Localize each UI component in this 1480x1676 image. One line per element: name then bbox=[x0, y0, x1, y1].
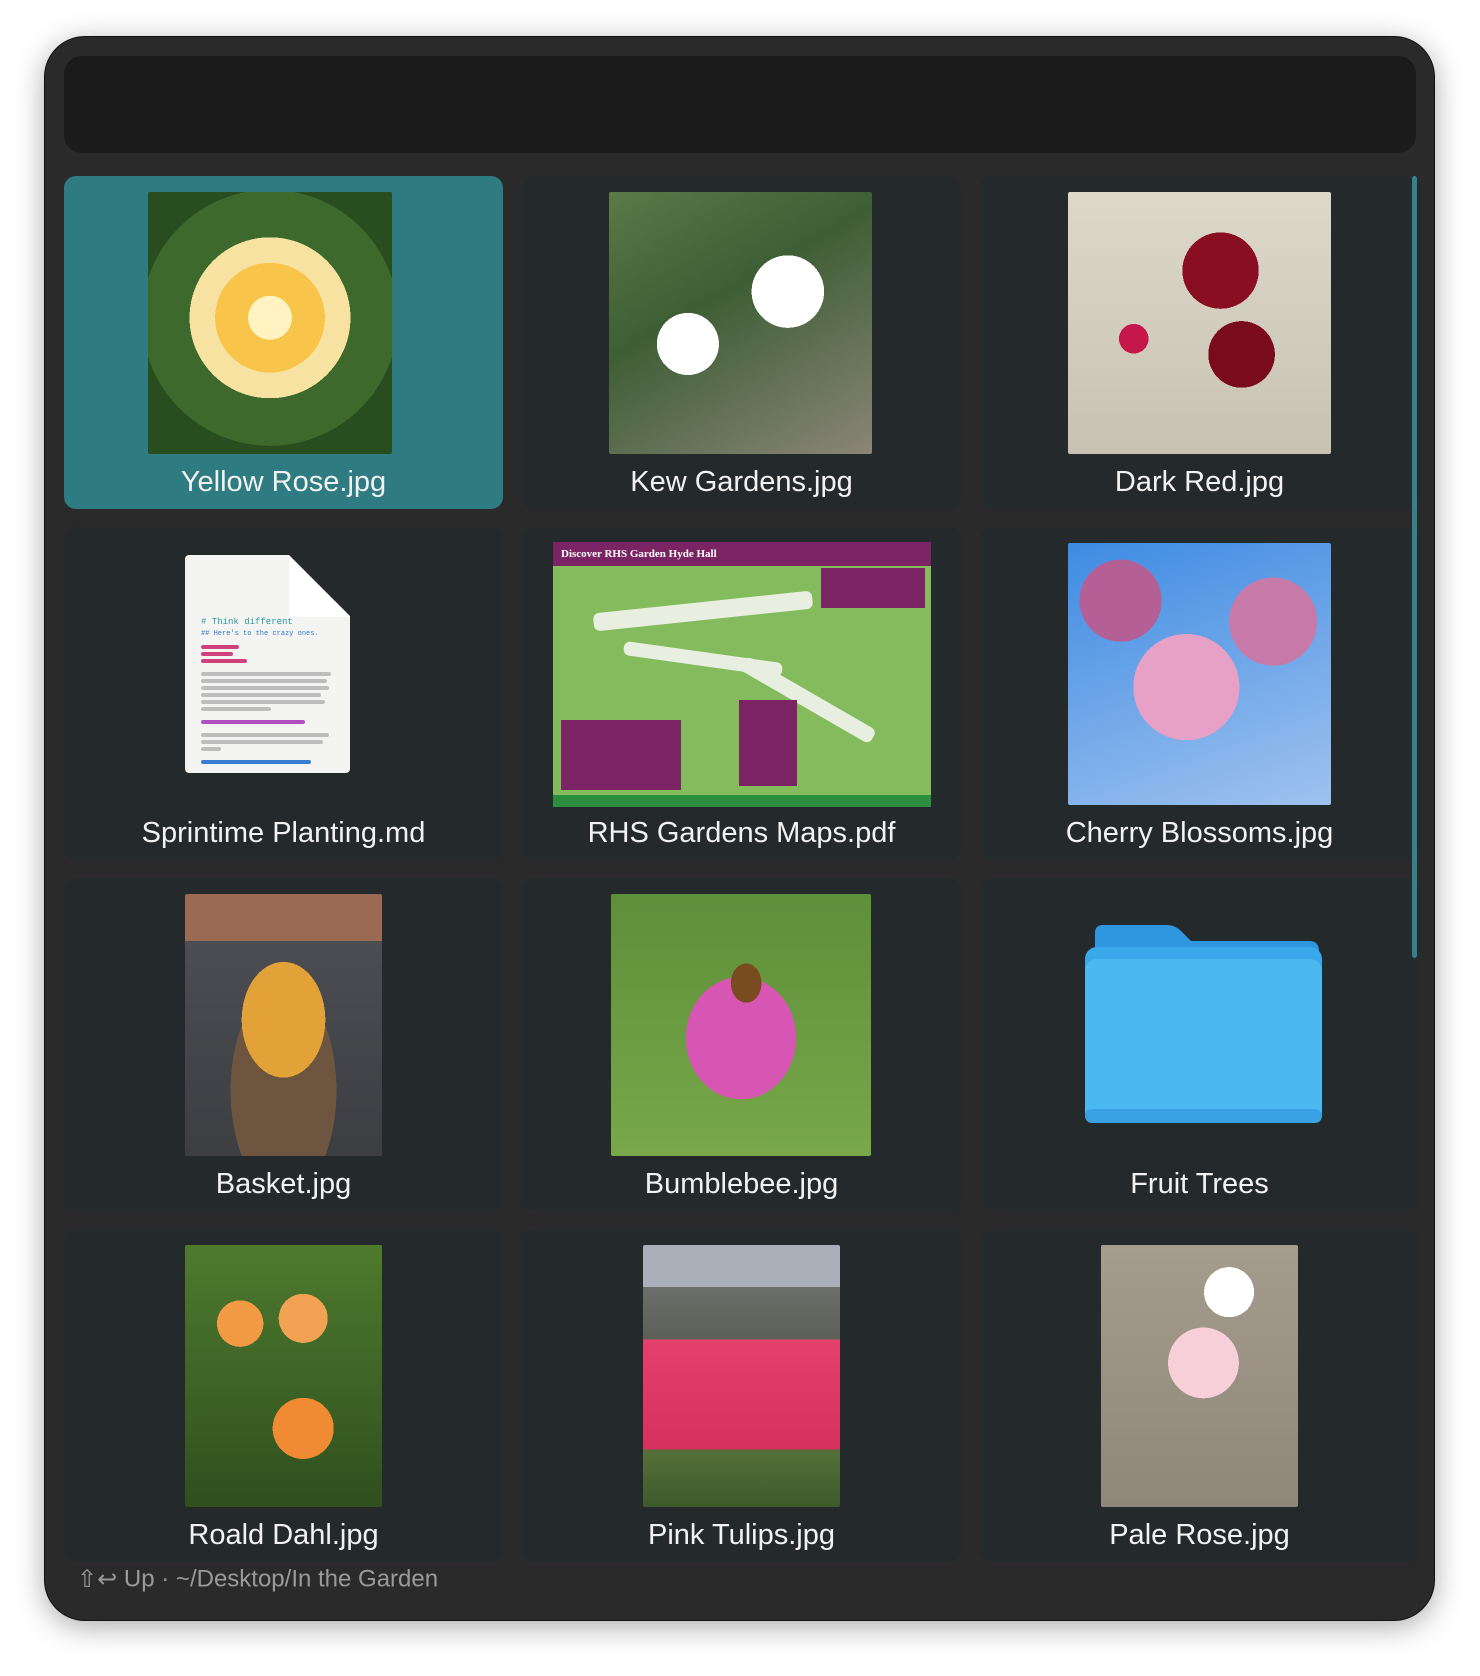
item-label: Yellow Rose.jpg bbox=[180, 466, 387, 498]
search-input[interactable] bbox=[88, 56, 1392, 155]
thumbnail-image bbox=[1068, 543, 1331, 805]
grid-item-fruit-trees[interactable]: Fruit Trees bbox=[980, 878, 1419, 1211]
folder-icon bbox=[1085, 925, 1322, 1123]
thumbnail-image bbox=[611, 894, 871, 1156]
doc-preview-heading: # Think different bbox=[201, 617, 293, 627]
thumbnail-image bbox=[1068, 192, 1331, 454]
grid-item-pink-tulips[interactable]: Pink Tulips.jpg bbox=[522, 1229, 961, 1562]
item-label: Dark Red.jpg bbox=[1114, 466, 1285, 498]
thumbnail-image bbox=[185, 1245, 382, 1507]
item-label: Roald Dahl.jpg bbox=[188, 1519, 379, 1551]
doc-preview-subheading: ## Here's to the crazy ones. bbox=[201, 630, 319, 638]
separator: · bbox=[161, 1565, 170, 1593]
thumbnail-image bbox=[1101, 1245, 1298, 1507]
thumbnail-image bbox=[148, 192, 392, 454]
item-label: Sprintime Planting.md bbox=[141, 817, 426, 849]
pdf-preview-title: Discover RHS Garden Hyde Hall bbox=[553, 542, 931, 566]
grid-item-roald-dahl[interactable]: Roald Dahl.jpg bbox=[64, 1229, 503, 1562]
grid-item-kew-gardens[interactable]: Kew Gardens.jpg bbox=[522, 176, 961, 509]
grid-item-cherry-blossoms[interactable]: Cherry Blossoms.jpg bbox=[980, 527, 1419, 860]
search-bar[interactable] bbox=[64, 56, 1416, 155]
grid-item-pale-rose[interactable]: Pale Rose.jpg bbox=[980, 1229, 1419, 1562]
markdown-document-icon: # Think different ## Here's to the crazy… bbox=[185, 555, 350, 773]
grid-item-yellow-rose[interactable]: Yellow Rose.jpg bbox=[64, 176, 503, 509]
file-browser-window: Yellow Rose.jpg Kew Gardens.jpg Dark Red… bbox=[45, 37, 1434, 1620]
item-label: Fruit Trees bbox=[1130, 1168, 1269, 1200]
grid-item-sprintime-planting[interactable]: # Think different ## Here's to the crazy… bbox=[64, 527, 503, 860]
thumbnail-image bbox=[185, 894, 382, 1156]
scrollbar[interactable] bbox=[1412, 176, 1417, 958]
current-path: ~/Desktop/In the Garden bbox=[175, 1565, 439, 1593]
thumbnail-image bbox=[609, 192, 872, 454]
item-label: Cherry Blossoms.jpg bbox=[1065, 817, 1334, 849]
grid-item-bumblebee[interactable]: Bumblebee.jpg bbox=[522, 878, 961, 1211]
footer-status: ⇧↩ Up · ~/Desktop/In the Garden bbox=[77, 1565, 438, 1594]
item-label: Bumblebee.jpg bbox=[644, 1168, 839, 1200]
grid-item-dark-red[interactable]: Dark Red.jpg bbox=[980, 176, 1419, 509]
up-action-label[interactable]: Up bbox=[124, 1566, 155, 1593]
item-label: Kew Gardens.jpg bbox=[630, 466, 853, 498]
grid-item-basket[interactable]: Basket.jpg bbox=[64, 878, 503, 1211]
item-label: RHS Gardens Maps.pdf bbox=[587, 817, 896, 849]
item-label: Pale Rose.jpg bbox=[1109, 1519, 1290, 1551]
item-label: Basket.jpg bbox=[215, 1168, 352, 1200]
thumbnail-image bbox=[643, 1245, 840, 1507]
return-shift-icon: ⇧↩ bbox=[77, 1566, 118, 1594]
pdf-document-icon: Discover RHS Garden Hyde Hall bbox=[553, 542, 931, 807]
item-label: Pink Tulips.jpg bbox=[648, 1519, 835, 1551]
file-grid: Yellow Rose.jpg Kew Gardens.jpg Dark Red… bbox=[64, 176, 1420, 1596]
grid-item-rhs-gardens-maps[interactable]: Discover RHS Garden Hyde Hall RHS Garden… bbox=[522, 527, 961, 860]
